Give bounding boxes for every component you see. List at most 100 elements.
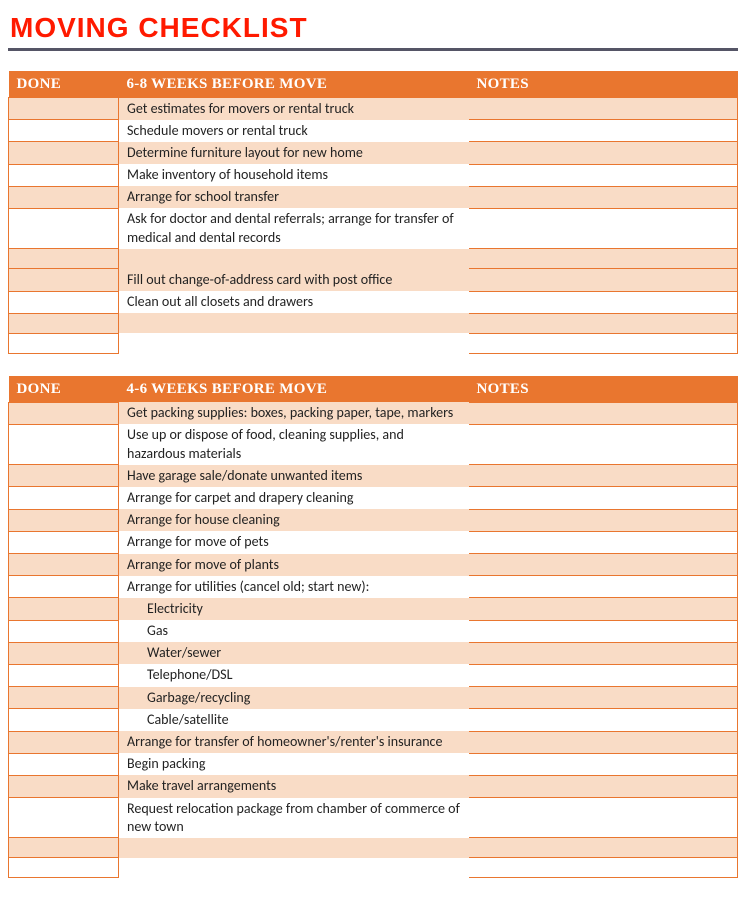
done-cell[interactable]: [9, 642, 119, 664]
table-row: Schedule movers or rental truck: [9, 120, 738, 142]
notes-cell[interactable]: [469, 709, 738, 731]
notes-cell[interactable]: [469, 775, 738, 797]
notes-cell[interactable]: [469, 687, 738, 709]
notes-cell[interactable]: [469, 598, 738, 620]
task-cell: Schedule movers or rental truck: [119, 120, 469, 142]
done-cell[interactable]: [9, 465, 119, 487]
table-row: Make travel arrangements: [9, 775, 738, 797]
task-cell: Arrange for transfer of homeowner's/rent…: [119, 731, 469, 753]
task-cell: Ask for doctor and dental referrals; arr…: [119, 208, 469, 248]
notes-cell[interactable]: [469, 753, 738, 775]
notes-cell[interactable]: [469, 531, 738, 553]
task-cell: Arrange for utilities (cancel old; start…: [119, 576, 469, 598]
table-row: Arrange for house cleaning: [9, 509, 738, 531]
notes-cell[interactable]: [469, 858, 738, 878]
notes-cell[interactable]: [469, 249, 738, 269]
task-cell: Determine furniture layout for new home: [119, 142, 469, 164]
done-cell[interactable]: [9, 709, 119, 731]
done-cell[interactable]: [9, 249, 119, 269]
done-cell[interactable]: [9, 186, 119, 208]
table-row: Request relocation package from chamber …: [9, 798, 738, 838]
notes-cell[interactable]: [469, 465, 738, 487]
done-cell[interactable]: [9, 164, 119, 186]
task-cell: Arrange for carpet and drapery cleaning: [119, 487, 469, 509]
table-row: Clean out all closets and drawers: [9, 291, 738, 313]
done-cell[interactable]: [9, 424, 119, 464]
done-cell[interactable]: [9, 731, 119, 753]
task-cell: Have garage sale/donate unwanted items: [119, 465, 469, 487]
done-cell[interactable]: [9, 487, 119, 509]
notes-cell[interactable]: [469, 509, 738, 531]
notes-cell[interactable]: [469, 120, 738, 142]
done-cell[interactable]: [9, 753, 119, 775]
done-cell[interactable]: [9, 142, 119, 164]
table-row: Arrange for transfer of homeowner's/rent…: [9, 731, 738, 753]
notes-cell[interactable]: [469, 164, 738, 186]
checklist-table: DONE6-8 WEEKS BEFORE MOVENOTESGet estima…: [8, 71, 738, 354]
done-cell[interactable]: [9, 576, 119, 598]
notes-cell[interactable]: [469, 208, 738, 248]
checklist-section: DONE4-6 WEEKS BEFORE MOVENOTESGet packin…: [8, 376, 738, 879]
table-row: Garbage/recycling: [9, 687, 738, 709]
notes-cell[interactable]: [469, 186, 738, 208]
notes-cell[interactable]: [469, 424, 738, 464]
task-cell: Use up or dispose of food, cleaning supp…: [119, 424, 469, 464]
task-cell: Telephone/DSL: [119, 664, 469, 686]
task-cell: Get estimates for movers or rental truck: [119, 98, 469, 120]
table-row: Gas: [9, 620, 738, 642]
done-cell[interactable]: [9, 598, 119, 620]
table-row: Ask for doctor and dental referrals; arr…: [9, 208, 738, 248]
task-cell: Request relocation package from chamber …: [119, 798, 469, 838]
table-row: Electricity: [9, 598, 738, 620]
notes-cell[interactable]: [469, 269, 738, 291]
done-cell[interactable]: [9, 531, 119, 553]
task-cell: Garbage/recycling: [119, 687, 469, 709]
notes-cell[interactable]: [469, 333, 738, 353]
done-cell[interactable]: [9, 208, 119, 248]
done-cell[interactable]: [9, 664, 119, 686]
task-cell: Fill out change-of-address card with pos…: [119, 269, 469, 291]
notes-cell[interactable]: [469, 554, 738, 576]
notes-cell[interactable]: [469, 576, 738, 598]
done-cell[interactable]: [9, 313, 119, 333]
notes-cell[interactable]: [469, 142, 738, 164]
task-cell: Make inventory of household items: [119, 164, 469, 186]
notes-cell[interactable]: [469, 798, 738, 838]
done-cell[interactable]: [9, 333, 119, 353]
notes-cell[interactable]: [469, 402, 738, 424]
col-task: 6-8 WEEKS BEFORE MOVE: [119, 71, 469, 98]
task-cell: Gas: [119, 620, 469, 642]
done-cell[interactable]: [9, 120, 119, 142]
table-row: [9, 249, 738, 269]
done-cell[interactable]: [9, 509, 119, 531]
done-cell[interactable]: [9, 402, 119, 424]
notes-cell[interactable]: [469, 664, 738, 686]
done-cell[interactable]: [9, 620, 119, 642]
table-row: [9, 858, 738, 878]
col-done: DONE: [9, 71, 119, 98]
table-row: Arrange for school transfer: [9, 186, 738, 208]
done-cell[interactable]: [9, 554, 119, 576]
table-row: Use up or dispose of food, cleaning supp…: [9, 424, 738, 464]
notes-cell[interactable]: [469, 620, 738, 642]
notes-cell[interactable]: [469, 98, 738, 120]
done-cell[interactable]: [9, 858, 119, 878]
task-cell: [119, 838, 469, 858]
col-notes: NOTES: [469, 376, 738, 403]
notes-cell[interactable]: [469, 642, 738, 664]
done-cell[interactable]: [9, 798, 119, 838]
notes-cell[interactable]: [469, 731, 738, 753]
task-cell: [119, 858, 469, 878]
done-cell[interactable]: [9, 291, 119, 313]
table-row: Make inventory of household items: [9, 164, 738, 186]
notes-cell[interactable]: [469, 838, 738, 858]
done-cell[interactable]: [9, 269, 119, 291]
table-row: Water/sewer: [9, 642, 738, 664]
done-cell[interactable]: [9, 687, 119, 709]
done-cell[interactable]: [9, 775, 119, 797]
notes-cell[interactable]: [469, 291, 738, 313]
notes-cell[interactable]: [469, 487, 738, 509]
notes-cell[interactable]: [469, 313, 738, 333]
done-cell[interactable]: [9, 98, 119, 120]
done-cell[interactable]: [9, 838, 119, 858]
